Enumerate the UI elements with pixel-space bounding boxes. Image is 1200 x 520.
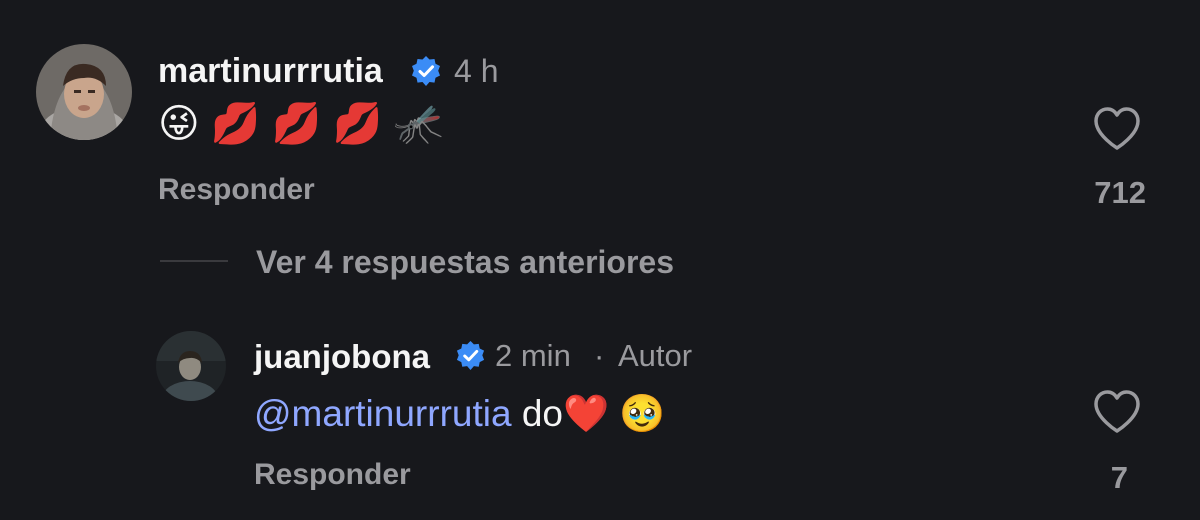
comment1-timestamp: 4 h — [454, 53, 499, 89]
comment1-username[interactable]: martinurrrutia — [158, 52, 383, 91]
comment1-reply-button[interactable]: Responder — [158, 173, 315, 207]
profile-photo-icon — [36, 44, 132, 140]
comment2-timestamp: 2 min — [495, 338, 571, 373]
comment2-like-count: 7 — [1110, 460, 1128, 495]
view-previous-replies-button[interactable]: Ver 4 respuestas anteriores — [256, 244, 674, 281]
comment2-reply-button[interactable]: Responder — [254, 458, 411, 492]
meta-separator: · — [594, 338, 605, 373]
comment2-emojis: ❤️ 🥹 — [563, 393, 666, 434]
author-badge: Autor — [618, 338, 693, 373]
comment2-text: @martinurrrutia do❤️ 🥹 — [254, 395, 665, 432]
avatar-martinurrrutia[interactable] — [36, 44, 132, 140]
profile-photo-icon — [156, 331, 226, 401]
comment2-like-heart-icon[interactable] — [1092, 389, 1142, 435]
comment1-text: 😜 💋 💋 💋 🦟 — [158, 102, 444, 146]
comment1-like-count: 712 — [1094, 175, 1146, 210]
replies-divider — [160, 260, 228, 262]
avatar-juanjobona[interactable] — [156, 331, 226, 401]
comment1-like-heart-icon[interactable] — [1092, 106, 1142, 152]
verified-badge-icon — [456, 340, 485, 371]
comment2-plain-text: do — [511, 393, 563, 434]
mention-link[interactable]: @martinurrrutia — [254, 393, 512, 434]
comment2-username[interactable]: juanjobona — [254, 338, 430, 376]
verified-badge-icon — [412, 56, 440, 86]
comments-thread: martinurrrutia 4 h 😜 💋 💋 💋 🦟 Responder 7… — [0, 0, 1200, 520]
